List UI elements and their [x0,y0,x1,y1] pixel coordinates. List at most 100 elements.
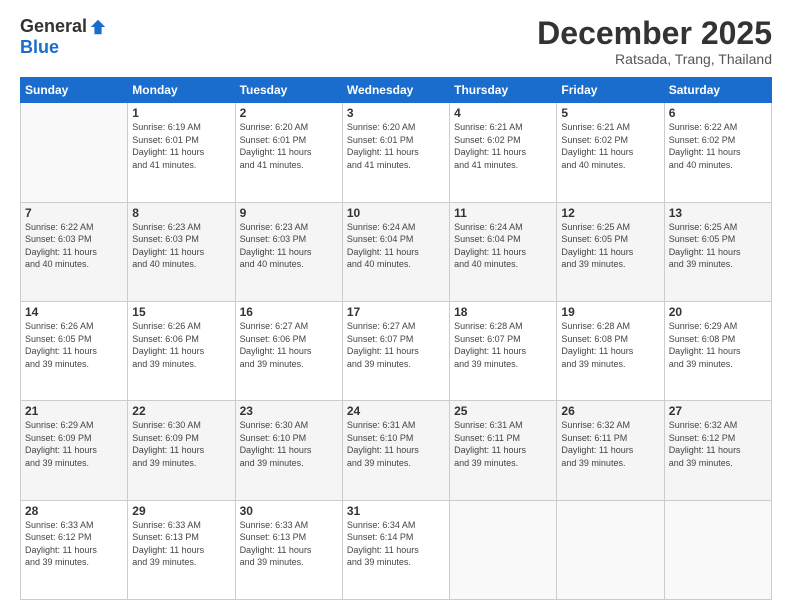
weekday-header-thursday: Thursday [450,78,557,103]
calendar-cell [557,500,664,599]
calendar-cell: 21Sunrise: 6:29 AMSunset: 6:09 PMDayligh… [21,401,128,500]
day-number: 20 [669,305,767,319]
calendar-cell: 24Sunrise: 6:31 AMSunset: 6:10 PMDayligh… [342,401,449,500]
day-info: Sunrise: 6:30 AMSunset: 6:09 PMDaylight:… [132,419,230,469]
weekday-header-wednesday: Wednesday [342,78,449,103]
location-subtitle: Ratsada, Trang, Thailand [537,51,772,67]
day-number: 16 [240,305,338,319]
calendar-cell: 31Sunrise: 6:34 AMSunset: 6:14 PMDayligh… [342,500,449,599]
header: General Blue December 2025 Ratsada, Tran… [20,16,772,67]
calendar-cell: 19Sunrise: 6:28 AMSunset: 6:08 PMDayligh… [557,301,664,400]
calendar-cell: 23Sunrise: 6:30 AMSunset: 6:10 PMDayligh… [235,401,342,500]
day-number: 7 [25,206,123,220]
day-number: 24 [347,404,445,418]
day-number: 6 [669,106,767,120]
day-info: Sunrise: 6:25 AMSunset: 6:05 PMDaylight:… [669,221,767,271]
day-info: Sunrise: 6:27 AMSunset: 6:07 PMDaylight:… [347,320,445,370]
day-info: Sunrise: 6:29 AMSunset: 6:09 PMDaylight:… [25,419,123,469]
day-number: 11 [454,206,552,220]
calendar-cell: 30Sunrise: 6:33 AMSunset: 6:13 PMDayligh… [235,500,342,599]
day-info: Sunrise: 6:25 AMSunset: 6:05 PMDaylight:… [561,221,659,271]
calendar-cell [21,103,128,202]
day-info: Sunrise: 6:32 AMSunset: 6:12 PMDaylight:… [669,419,767,469]
day-number: 26 [561,404,659,418]
calendar-cell: 7Sunrise: 6:22 AMSunset: 6:03 PMDaylight… [21,202,128,301]
day-number: 15 [132,305,230,319]
logo-blue: Blue [20,37,59,58]
day-info: Sunrise: 6:31 AMSunset: 6:10 PMDaylight:… [347,419,445,469]
day-number: 21 [25,404,123,418]
weekday-header-sunday: Sunday [21,78,128,103]
calendar-cell: 17Sunrise: 6:27 AMSunset: 6:07 PMDayligh… [342,301,449,400]
day-info: Sunrise: 6:28 AMSunset: 6:08 PMDaylight:… [561,320,659,370]
day-number: 29 [132,504,230,518]
day-info: Sunrise: 6:29 AMSunset: 6:08 PMDaylight:… [669,320,767,370]
day-number: 2 [240,106,338,120]
calendar-week-row: 28Sunrise: 6:33 AMSunset: 6:12 PMDayligh… [21,500,772,599]
calendar-week-row: 7Sunrise: 6:22 AMSunset: 6:03 PMDaylight… [21,202,772,301]
day-info: Sunrise: 6:24 AMSunset: 6:04 PMDaylight:… [347,221,445,271]
calendar-cell: 26Sunrise: 6:32 AMSunset: 6:11 PMDayligh… [557,401,664,500]
calendar-cell: 16Sunrise: 6:27 AMSunset: 6:06 PMDayligh… [235,301,342,400]
day-number: 27 [669,404,767,418]
calendar-cell: 29Sunrise: 6:33 AMSunset: 6:13 PMDayligh… [128,500,235,599]
calendar-cell: 1Sunrise: 6:19 AMSunset: 6:01 PMDaylight… [128,103,235,202]
calendar-cell: 27Sunrise: 6:32 AMSunset: 6:12 PMDayligh… [664,401,771,500]
calendar-cell: 22Sunrise: 6:30 AMSunset: 6:09 PMDayligh… [128,401,235,500]
calendar-cell [450,500,557,599]
weekday-header-row: SundayMondayTuesdayWednesdayThursdayFrid… [21,78,772,103]
day-info: Sunrise: 6:32 AMSunset: 6:11 PMDaylight:… [561,419,659,469]
day-info: Sunrise: 6:33 AMSunset: 6:12 PMDaylight:… [25,519,123,569]
weekday-header-monday: Monday [128,78,235,103]
calendar-cell: 25Sunrise: 6:31 AMSunset: 6:11 PMDayligh… [450,401,557,500]
day-info: Sunrise: 6:30 AMSunset: 6:10 PMDaylight:… [240,419,338,469]
calendar-cell: 20Sunrise: 6:29 AMSunset: 6:08 PMDayligh… [664,301,771,400]
day-number: 3 [347,106,445,120]
day-number: 17 [347,305,445,319]
day-info: Sunrise: 6:33 AMSunset: 6:13 PMDaylight:… [132,519,230,569]
day-number: 13 [669,206,767,220]
calendar-cell: 28Sunrise: 6:33 AMSunset: 6:12 PMDayligh… [21,500,128,599]
calendar-cell: 6Sunrise: 6:22 AMSunset: 6:02 PMDaylight… [664,103,771,202]
weekday-header-tuesday: Tuesday [235,78,342,103]
day-info: Sunrise: 6:22 AMSunset: 6:02 PMDaylight:… [669,121,767,171]
calendar-cell: 2Sunrise: 6:20 AMSunset: 6:01 PMDaylight… [235,103,342,202]
day-info: Sunrise: 6:23 AMSunset: 6:03 PMDaylight:… [240,221,338,271]
day-number: 14 [25,305,123,319]
day-info: Sunrise: 6:33 AMSunset: 6:13 PMDaylight:… [240,519,338,569]
logo-icon [89,18,107,36]
day-info: Sunrise: 6:34 AMSunset: 6:14 PMDaylight:… [347,519,445,569]
calendar-cell: 14Sunrise: 6:26 AMSunset: 6:05 PMDayligh… [21,301,128,400]
day-info: Sunrise: 6:31 AMSunset: 6:11 PMDaylight:… [454,419,552,469]
calendar-cell: 9Sunrise: 6:23 AMSunset: 6:03 PMDaylight… [235,202,342,301]
month-title: December 2025 [537,16,772,51]
calendar-cell: 12Sunrise: 6:25 AMSunset: 6:05 PMDayligh… [557,202,664,301]
calendar-table: SundayMondayTuesdayWednesdayThursdayFrid… [20,77,772,600]
day-number: 1 [132,106,230,120]
day-number: 31 [347,504,445,518]
logo: General Blue [20,16,107,58]
day-number: 18 [454,305,552,319]
calendar-cell: 4Sunrise: 6:21 AMSunset: 6:02 PMDaylight… [450,103,557,202]
day-number: 12 [561,206,659,220]
day-info: Sunrise: 6:21 AMSunset: 6:02 PMDaylight:… [454,121,552,171]
day-number: 23 [240,404,338,418]
calendar-week-row: 21Sunrise: 6:29 AMSunset: 6:09 PMDayligh… [21,401,772,500]
calendar-cell: 11Sunrise: 6:24 AMSunset: 6:04 PMDayligh… [450,202,557,301]
calendar-cell: 3Sunrise: 6:20 AMSunset: 6:01 PMDaylight… [342,103,449,202]
day-number: 30 [240,504,338,518]
day-number: 5 [561,106,659,120]
weekday-header-friday: Friday [557,78,664,103]
calendar-week-row: 14Sunrise: 6:26 AMSunset: 6:05 PMDayligh… [21,301,772,400]
day-info: Sunrise: 6:19 AMSunset: 6:01 PMDaylight:… [132,121,230,171]
day-number: 25 [454,404,552,418]
calendar-cell: 10Sunrise: 6:24 AMSunset: 6:04 PMDayligh… [342,202,449,301]
day-number: 8 [132,206,230,220]
calendar-cell [664,500,771,599]
calendar-week-row: 1Sunrise: 6:19 AMSunset: 6:01 PMDaylight… [21,103,772,202]
calendar-cell: 8Sunrise: 6:23 AMSunset: 6:03 PMDaylight… [128,202,235,301]
day-info: Sunrise: 6:21 AMSunset: 6:02 PMDaylight:… [561,121,659,171]
calendar-cell: 18Sunrise: 6:28 AMSunset: 6:07 PMDayligh… [450,301,557,400]
day-info: Sunrise: 6:26 AMSunset: 6:06 PMDaylight:… [132,320,230,370]
calendar-cell: 15Sunrise: 6:26 AMSunset: 6:06 PMDayligh… [128,301,235,400]
